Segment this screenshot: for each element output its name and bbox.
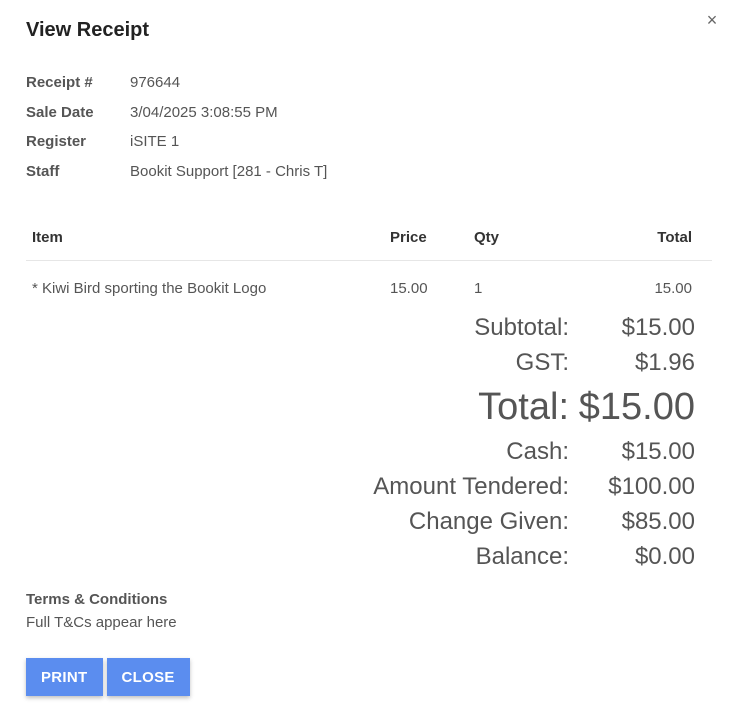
header-total: Total [657,228,692,246]
item-name: * Kiwi Bird sporting the Bookit Logo [32,279,267,297]
dialog-actions: PRINT CLOSE [26,658,190,696]
cash-label: Cash: [506,438,569,465]
header-price: Price [390,228,427,246]
meta-label: Receipt # [26,74,93,91]
tendered-row: Amount Tendered: $100.00 [275,473,695,508]
register: iSITE 1 [130,133,180,150]
change-label: Change Given: [408,508,569,535]
totals-panel: Subtotal: $15.00 GST: $1.96 Total: $15.0… [275,314,695,578]
terms-body: Full T&Cs appear here [26,614,177,631]
tendered-label: Amount Tendered: [373,473,569,500]
total-value: $15.00 [578,386,695,428]
meta-label: Sale Date [26,103,94,121]
print-button[interactable]: PRINT [26,658,103,696]
total-row: Total: $15.00 [275,386,695,438]
staff: Bookit Support [281 - Chris T] [130,162,328,180]
meta-row-sale-date: Sale Date 3/04/2025 3:08:55 PM [26,98,327,128]
balance-row: Balance: $0.00 [275,543,695,578]
change-value: $85.00 [621,508,695,535]
tendered-value: $100.00 [608,473,695,500]
item-price: 15.00 [390,279,428,297]
meta-label: Register [26,133,87,150]
meta-label: Staff [26,162,60,180]
table-row: * Kiwi Bird sporting the Bookit Logo 15.… [26,261,712,315]
receipt-number: 976644 [130,74,181,91]
items-table: Item Price Qty Total * Kiwi Bird sportin… [26,214,712,315]
item-total: 15.00 [654,279,692,297]
total-label: Total: [478,386,569,428]
subtotal-row: Subtotal: $15.00 [275,314,695,349]
change-row: Change Given: $85.00 [275,508,695,543]
receipt-meta: Receipt # 976644 Sale Date 3/04/2025 3:0… [26,68,327,186]
cash-row: Cash: $15.00 [275,438,695,473]
meta-row-staff: Staff Bookit Support [281 - Chris T] [26,157,327,187]
meta-row-receipt: Receipt # 976644 [26,68,327,98]
dialog-title: View Receipt [26,19,150,41]
header-item: Item [32,228,63,246]
balance-value: $0.00 [634,543,695,570]
close-icon[interactable]: × [702,10,722,30]
receipt-dialog: View Receipt × Receipt # 976644 Sale Dat… [0,0,736,724]
close-button[interactable]: CLOSE [106,658,190,696]
gst-value: $1.96 [634,349,695,376]
cash-value: $15.00 [621,438,695,465]
header-qty: Qty [474,228,500,246]
gst-label: GST: [515,349,569,376]
balance-label: Balance: [475,543,569,570]
meta-row-register: Register iSITE 1 [26,127,327,157]
items-header: Item Price Qty Total [26,214,712,261]
gst-row: GST: $1.96 [275,349,695,384]
terms-title: Terms & Conditions [26,591,168,608]
sale-date: 3/04/2025 3:08:55 PM [130,103,278,121]
item-qty: 1 [474,279,483,297]
terms-section: Terms & Conditions Full T&Cs appear here [26,588,177,634]
subtotal-value: $15.00 [621,314,695,341]
subtotal-label: Subtotal: [474,314,569,341]
